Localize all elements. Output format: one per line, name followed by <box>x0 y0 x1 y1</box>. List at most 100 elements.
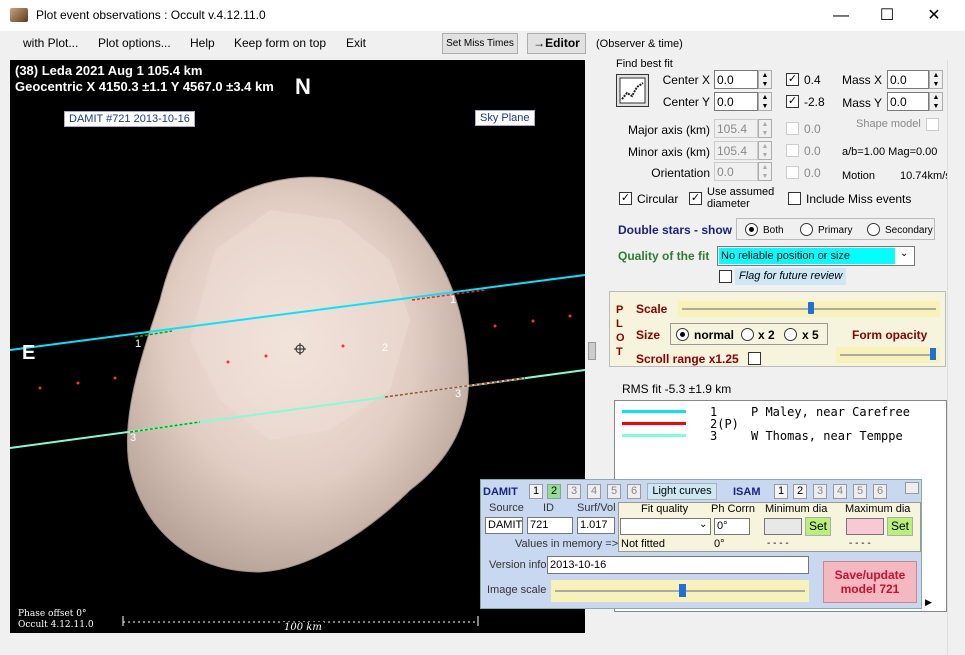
editor-button[interactable]: →Editor <box>527 33 586 54</box>
size-x2-radio[interactable] <box>741 328 754 341</box>
title-bar: Plot event observations : Occult v.4.12.… <box>0 0 965 31</box>
close-button[interactable]: ✕ <box>911 0 957 31</box>
damit-model-4[interactable]: 4 <box>587 484 601 499</box>
size-normal-radio[interactable] <box>676 328 689 341</box>
menu-with-plot[interactable]: with Plot... <box>23 36 78 50</box>
legend-scroll-right[interactable]: ▶ <box>925 597 932 608</box>
plot-vert-o: O <box>616 332 625 344</box>
minor-axis-label: Minor axis (km) <box>627 145 710 159</box>
mass-y-input[interactable] <box>887 92 929 111</box>
center-x-spinner[interactable]: ▲ ▼ <box>758 70 772 89</box>
damit-model-3[interactable]: 3 <box>567 484 581 499</box>
orientation-spinner[interactable]: ▲ ▼ <box>758 162 772 181</box>
menu-keep-on-top[interactable]: Keep form on top <box>234 36 326 50</box>
image-scale-slider-thumb[interactable] <box>679 584 686 597</box>
min-dia-set-button[interactable]: Set <box>805 517 831 536</box>
fit-quality-select[interactable]: ⌄ <box>620 518 711 535</box>
splitter-handle[interactable] <box>588 342 596 360</box>
ph-corr-label: Ph Corrn <box>711 503 756 515</box>
set-miss-times-button[interactable]: Set Miss Times <box>442 33 518 54</box>
right-scrollbar[interactable] <box>947 60 965 655</box>
damit-model-5[interactable]: 5 <box>607 484 621 499</box>
primary-radio[interactable] <box>800 223 813 236</box>
legend-name-3: W Thomas, near Temppe <box>751 429 903 443</box>
chord-label-1-right: 1 <box>450 294 457 306</box>
isam-model-6[interactable]: 6 <box>873 484 887 499</box>
center-y-checkbox[interactable]: ✓ <box>786 95 799 108</box>
app-icon <box>10 8 28 22</box>
orientation-label: Orientation <box>651 166 710 180</box>
shape-model-label: Shape model <box>856 118 921 130</box>
save-update-button[interactable]: Save/update model 721 <box>823 561 917 603</box>
east-label: E <box>22 342 36 364</box>
isam-model-2[interactable]: 2 <box>793 484 807 499</box>
mem-max-value: - - - - <box>849 538 871 549</box>
secondary-radio[interactable] <box>867 223 880 236</box>
max-dia-field[interactable] <box>846 518 884 535</box>
chord-label-1-left: 1 <box>135 338 142 350</box>
minor-axis-input[interactable] <box>714 141 758 160</box>
center-x-input[interactable] <box>714 70 758 89</box>
damit-model-2[interactable]: 2 <box>547 484 561 499</box>
center-x-checkbox[interactable]: ✓ <box>786 73 799 86</box>
menu-plot-options[interactable]: Plot options... <box>98 36 171 50</box>
mass-x-input[interactable] <box>887 70 929 89</box>
major-axis-spinner[interactable]: ▲ ▼ <box>758 119 772 138</box>
orientation-input[interactable] <box>714 162 758 181</box>
find-best-fit-button[interactable] <box>616 74 649 107</box>
source-field: DAMIT <box>485 517 523 534</box>
fit-quality-label: Fit quality <box>641 503 689 515</box>
surfvol-label: Surf/Vol <box>577 502 616 514</box>
center-y-input[interactable] <box>714 92 758 111</box>
north-label: N <box>295 74 311 99</box>
use-assumed-checkbox[interactable]: ✓ <box>689 192 702 205</box>
size-label: Size <box>636 328 661 342</box>
damit-model-6[interactable]: 6 <box>627 484 641 499</box>
max-dia-set-button[interactable]: Set <box>887 517 913 536</box>
scroll-range-checkbox[interactable] <box>748 352 761 365</box>
minimize-button[interactable]: — <box>818 0 864 31</box>
min-dia-field[interactable] <box>764 518 802 535</box>
major-axis-input[interactable] <box>714 119 758 138</box>
observer-time-label: (Observer & time) <box>596 38 683 50</box>
include-miss-checkbox[interactable] <box>788 192 801 205</box>
isam-model-1[interactable]: 1 <box>774 484 788 499</box>
scale-slider-thumb[interactable] <box>808 302 814 314</box>
isam-model-3[interactable]: 3 <box>813 484 827 499</box>
mass-y-spinner[interactable]: ▲ ▼ <box>929 92 943 111</box>
mass-x-spinner[interactable]: ▲ ▼ <box>929 70 943 89</box>
scale-slider[interactable] <box>678 301 940 317</box>
menu-exit[interactable]: Exit <box>346 36 366 50</box>
id-label: ID <box>543 502 554 514</box>
version-info-field[interactable]: 2013-10-16 <box>547 556 809 574</box>
minor-axis-checkbox[interactable] <box>786 144 799 157</box>
plot-vert-t: T <box>616 346 623 358</box>
orientation-checkbox[interactable] <box>786 166 799 179</box>
circular-checkbox[interactable]: ✓ <box>619 192 632 205</box>
minor-axis-spinner[interactable]: ▲ ▼ <box>758 141 772 160</box>
center-x-label: Center X <box>662 73 710 87</box>
isam-model-5[interactable]: 5 <box>853 484 867 499</box>
maximize-button[interactable]: ☐ <box>864 0 910 31</box>
center-y-label: Center Y <box>662 95 710 109</box>
ph-corr-field[interactable]: 0° <box>714 518 750 535</box>
center-x-step: 0.4 <box>804 73 821 87</box>
major-axis-checkbox[interactable] <box>786 122 799 135</box>
shape-model-checkbox[interactable] <box>926 118 939 131</box>
size-x5-radio[interactable] <box>784 328 797 341</box>
both-radio[interactable] <box>745 223 758 236</box>
isam-model-4[interactable]: 4 <box>833 484 847 499</box>
damit-model-1[interactable]: 1 <box>529 484 543 499</box>
both-label: Both <box>763 225 784 236</box>
flag-review-checkbox[interactable] <box>719 270 732 283</box>
quality-select[interactable]: No reliable position or size ⌄ <box>717 246 915 266</box>
image-scale-slider[interactable] <box>551 580 809 602</box>
opacity-slider[interactable] <box>836 347 940 363</box>
opacity-slider-thumb[interactable] <box>930 348 936 360</box>
damit-close-box[interactable] <box>905 482 919 494</box>
menu-help[interactable]: Help <box>190 36 215 50</box>
light-curves-button[interactable]: Light curves <box>647 483 717 500</box>
max-dia-label: Maximum dia <box>845 503 911 515</box>
rms-label: RMS fit -5.3 ±1.9 km <box>622 382 732 396</box>
center-y-spinner[interactable]: ▲ ▼ <box>758 92 772 111</box>
